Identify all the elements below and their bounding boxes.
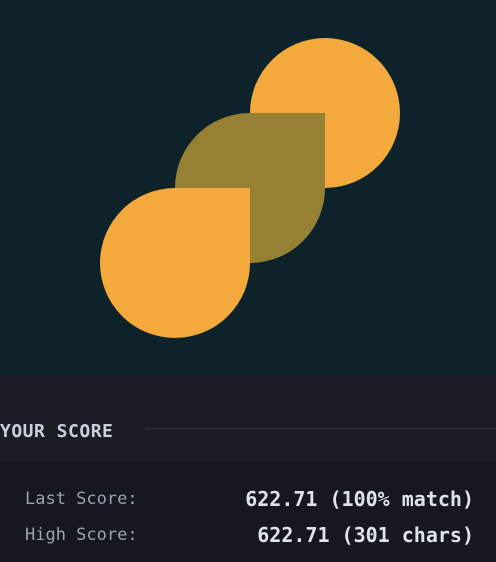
high-score-value: 622.71 (301 chars)	[257, 523, 474, 547]
score-table: Last Score: 622.71 (100% match) High Sco…	[0, 461, 496, 562]
score-title: YOUR SCORE	[0, 421, 114, 442]
last-score-row: Last Score: 622.71 (100% match)	[25, 485, 474, 513]
score-panel: YOUR SCORE Last Score: 622.71 (100% matc…	[0, 376, 496, 562]
score-divider	[145, 428, 496, 429]
last-score-value: 622.71 (100% match)	[245, 487, 474, 511]
score-header: YOUR SCORE	[0, 419, 496, 445]
preview-svg	[100, 38, 400, 338]
high-score-label: High Score:	[25, 525, 138, 545]
last-score-label: Last Score:	[25, 489, 138, 509]
preview-canvas	[0, 0, 496, 376]
orange-teardrop-shape	[100, 188, 250, 338]
high-score-row: High Score: 622.71 (301 chars)	[25, 521, 474, 549]
